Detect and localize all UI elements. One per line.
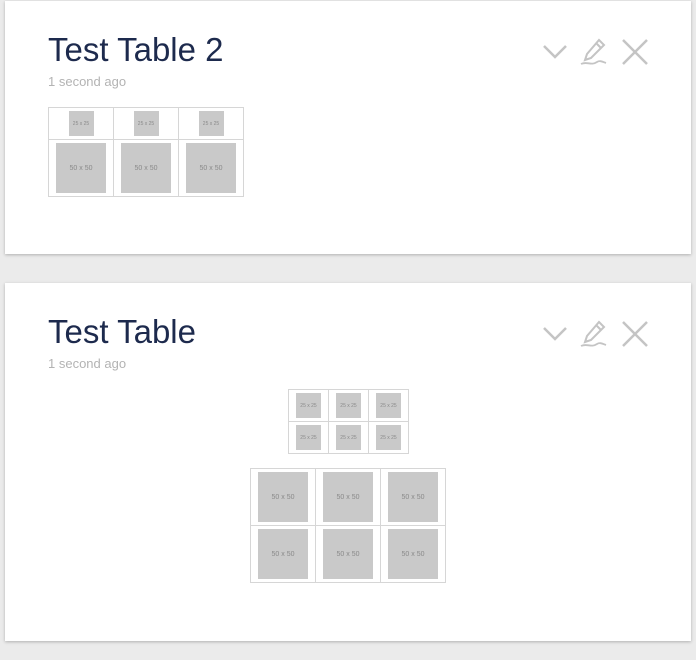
placeholder-image-small: 25 x 25 xyxy=(336,393,361,418)
image-table: 25 x 25 25 x 25 25 x 25 50 x 50 50 x 50 … xyxy=(48,107,244,197)
table-cell: 25 x 25 xyxy=(368,421,409,454)
post-card: Test Table 1 second ago 25 x 25 25 x 25 … xyxy=(5,283,691,641)
table-row: 25 x 25 25 x 25 25 x 25 xyxy=(288,389,409,422)
card-timestamp: 1 second ago xyxy=(48,74,127,89)
table-cell: 25 x 25 xyxy=(178,107,244,140)
table-cell: 25 x 25 xyxy=(328,389,369,422)
card-title: Test Table 2 xyxy=(48,31,224,68)
table-cell: 50 x 50 xyxy=(48,139,114,197)
table-cell: 50 x 50 xyxy=(113,139,179,197)
table-cell: 50 x 50 xyxy=(178,139,244,197)
pencil-icon[interactable] xyxy=(579,319,609,349)
placeholder-image-small: 25 x 25 xyxy=(336,425,361,450)
image-table: 50 x 50 50 x 50 50 x 50 50 x 50 50 x 50 … xyxy=(250,468,446,583)
post-card: Test Table 2 1 second ago 25 x 25 25 x 2… xyxy=(5,1,691,254)
table-cell: 25 x 25 xyxy=(288,389,329,422)
table-cell: 50 x 50 xyxy=(380,468,446,526)
placeholder-image-small: 25 x 25 xyxy=(296,425,321,450)
table-row: 50 x 50 50 x 50 50 x 50 xyxy=(48,139,244,197)
placeholder-image-large: 50 x 50 xyxy=(323,529,373,579)
placeholder-image-large: 50 x 50 xyxy=(323,472,373,522)
placeholder-image-large: 50 x 50 xyxy=(388,472,438,522)
placeholder-image-large: 50 x 50 xyxy=(258,529,308,579)
table-cell: 25 x 25 xyxy=(368,389,409,422)
placeholder-image-small: 25 x 25 xyxy=(133,111,159,136)
card-actions xyxy=(540,37,650,67)
table-cell: 25 x 25 xyxy=(113,107,179,140)
placeholder-image-small: 25 x 25 xyxy=(296,393,321,418)
close-icon[interactable] xyxy=(620,37,650,67)
table-row: 25 x 25 25 x 25 25 x 25 xyxy=(288,421,409,454)
table-cell: 50 x 50 xyxy=(380,525,446,583)
table-cell: 50 x 50 xyxy=(250,525,316,583)
table-row: 50 x 50 50 x 50 50 x 50 xyxy=(250,468,446,526)
table-cell: 50 x 50 xyxy=(315,525,381,583)
table-row: 25 x 25 25 x 25 25 x 25 xyxy=(48,107,244,140)
card-actions xyxy=(540,319,650,349)
chevron-down-icon[interactable] xyxy=(540,37,570,67)
chevron-down-icon[interactable] xyxy=(540,319,570,349)
table-cell: 25 x 25 xyxy=(328,421,369,454)
table-cell: 25 x 25 xyxy=(288,421,329,454)
placeholder-image-large: 50 x 50 xyxy=(121,143,171,193)
placeholder-image-small: 25 x 25 xyxy=(376,393,401,418)
placeholder-image-small: 25 x 25 xyxy=(376,425,401,450)
table-row: 50 x 50 50 x 50 50 x 50 xyxy=(250,525,446,583)
table-cell: 25 x 25 xyxy=(48,107,114,140)
pencil-icon[interactable] xyxy=(579,37,609,67)
placeholder-image-large: 50 x 50 xyxy=(258,472,308,522)
card-timestamp: 1 second ago xyxy=(48,356,127,371)
table-cell: 50 x 50 xyxy=(250,468,316,526)
placeholder-image-small: 25 x 25 xyxy=(198,111,224,136)
table-cell: 50 x 50 xyxy=(315,468,381,526)
image-table: 25 x 25 25 x 25 25 x 25 25 x 25 25 x 25 … xyxy=(288,389,409,454)
placeholder-image-large: 50 x 50 xyxy=(186,143,236,193)
placeholder-image-large: 50 x 50 xyxy=(56,143,106,193)
card-title: Test Table xyxy=(48,313,196,350)
close-icon[interactable] xyxy=(620,319,650,349)
placeholder-image-small: 25 x 25 xyxy=(68,111,94,136)
placeholder-image-large: 50 x 50 xyxy=(388,529,438,579)
